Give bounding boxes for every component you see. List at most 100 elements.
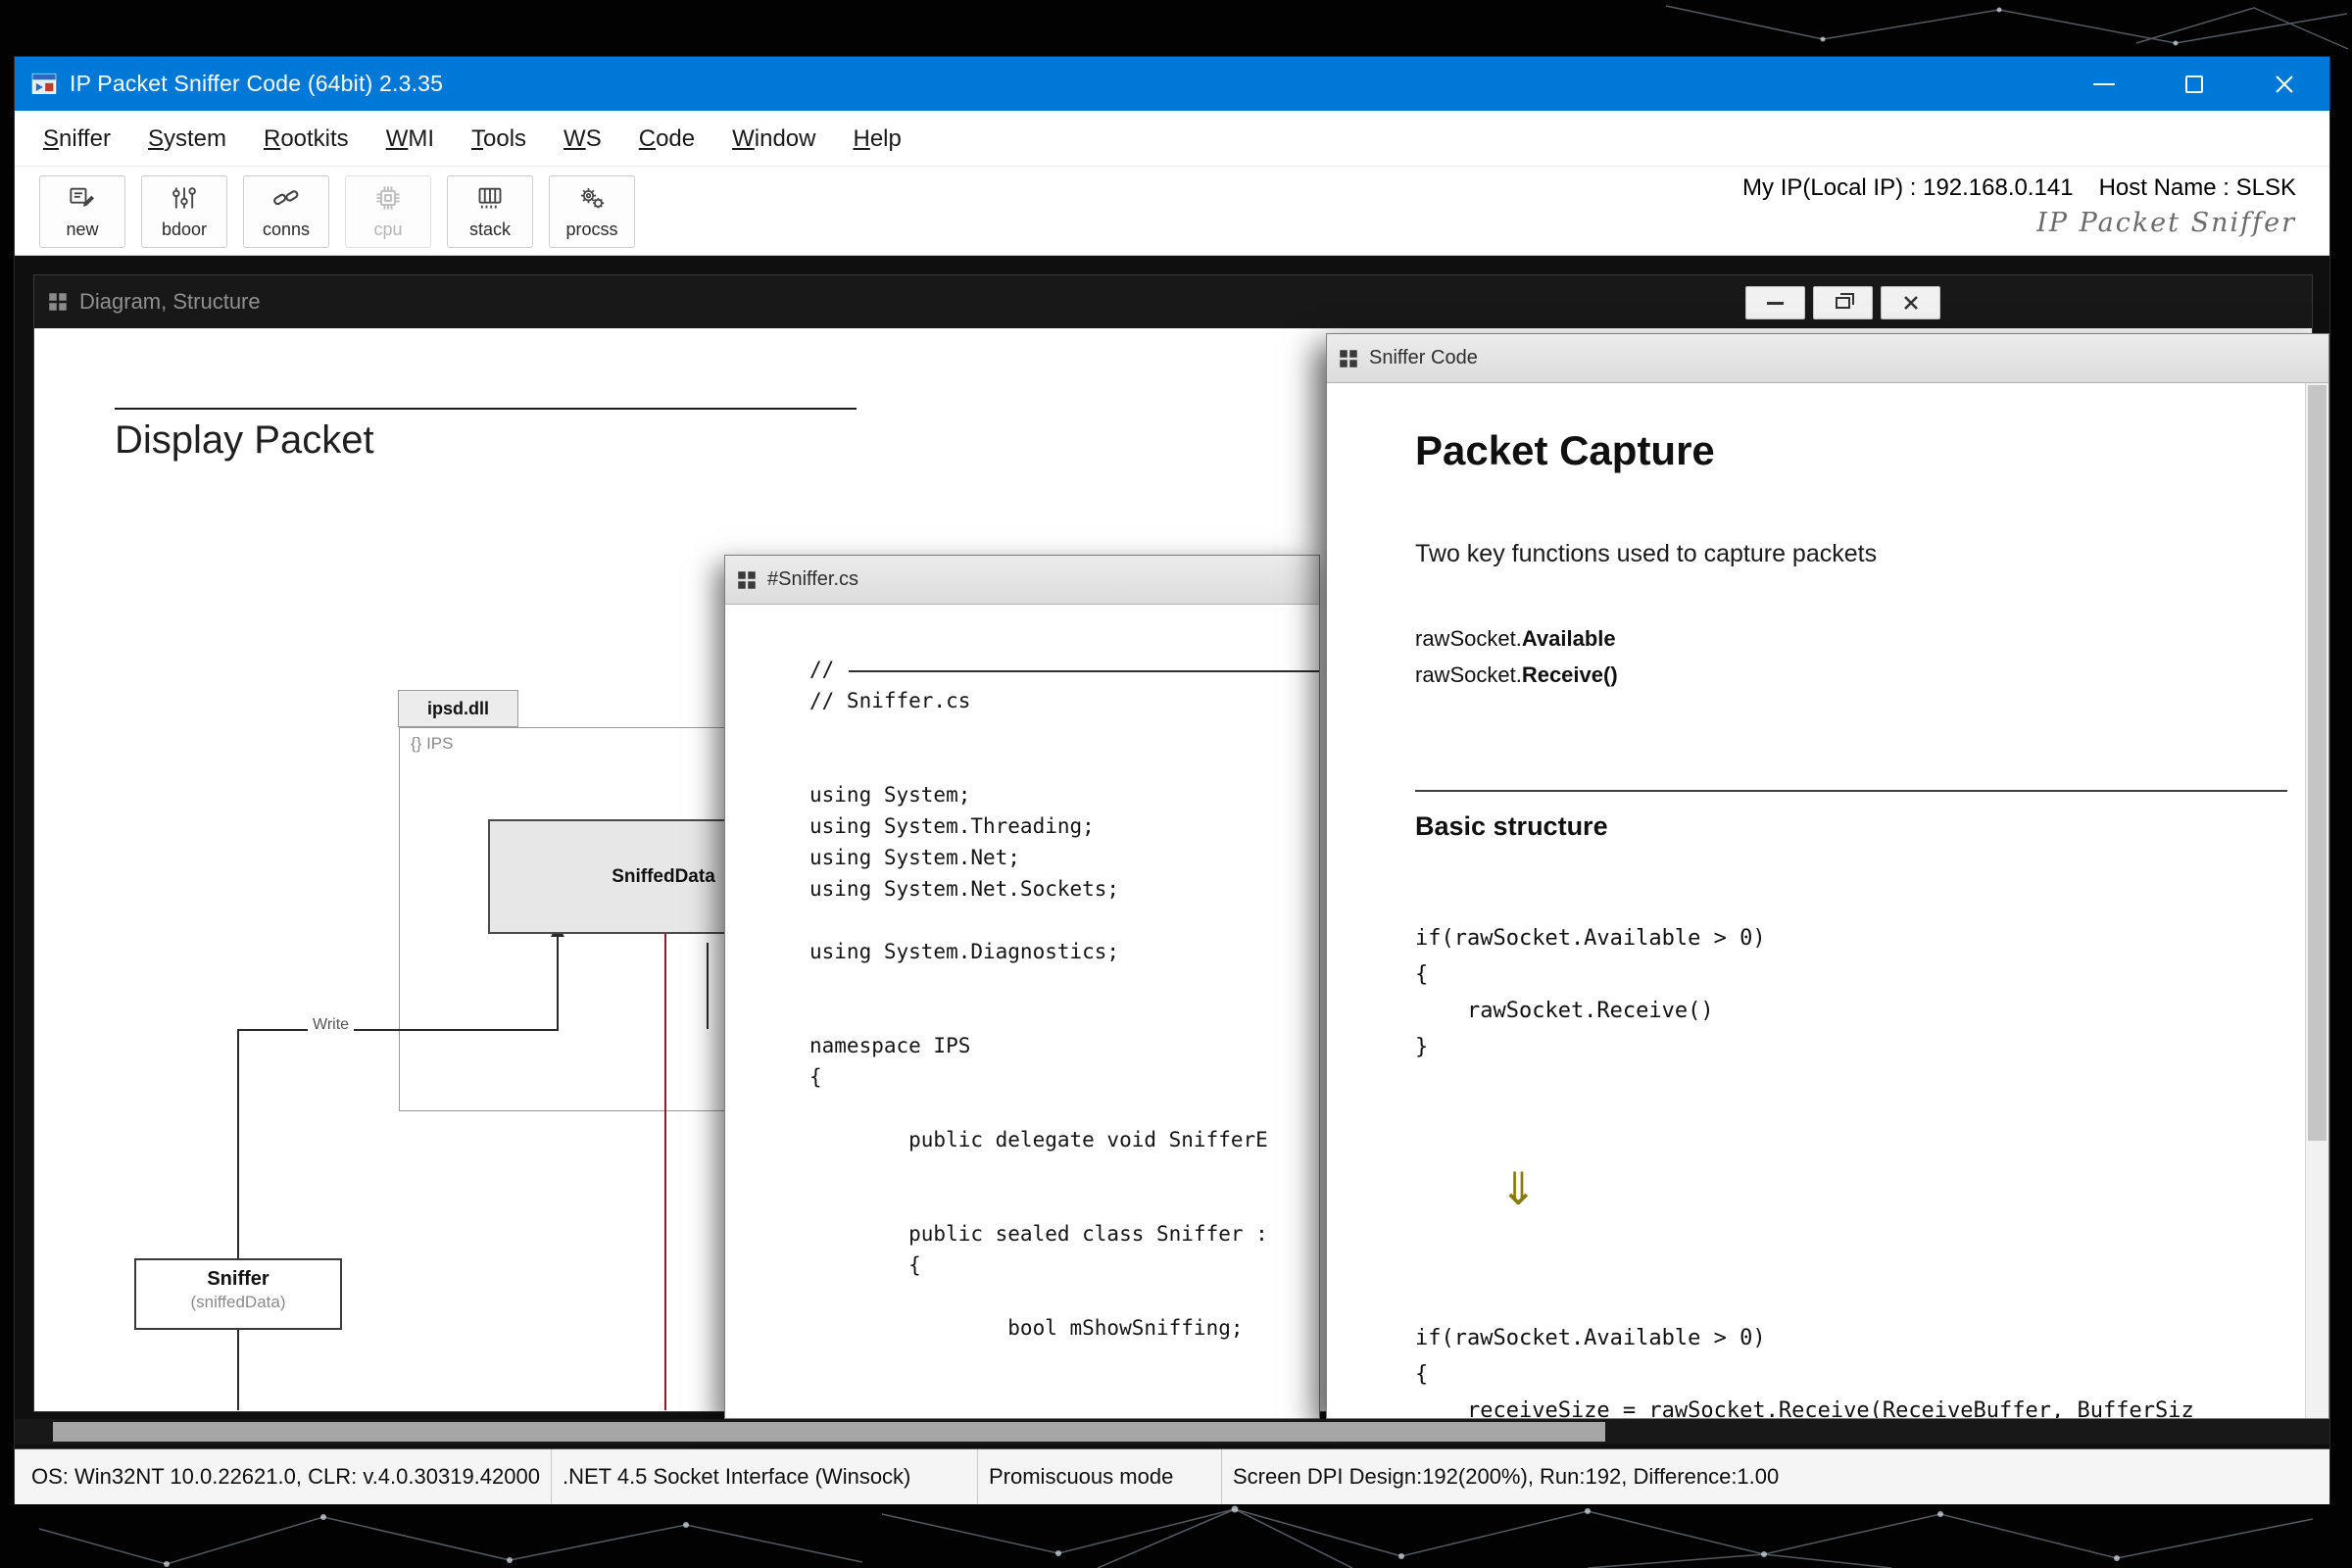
status-bar: OS: Win32NT 10.0.22621.0, CLR: v.4.0.303…: [15, 1448, 2329, 1504]
sniffer-code-window: Sniffer Code Packet Capture Two key func…: [1326, 333, 2329, 1419]
menu-rootkits[interactable]: Rootkits: [245, 111, 368, 167]
maximize-button[interactable]: [2149, 57, 2239, 111]
menu-help[interactable]: Help: [834, 111, 919, 167]
sniffer-code-titlebar[interactable]: Sniffer Code: [1327, 334, 2328, 383]
vertical-scrollbar[interactable]: [2305, 383, 2328, 1418]
menu-bar: Sniffer System Rootkits WMI Tools WS Cod…: [15, 111, 2329, 167]
window-icon: [48, 292, 68, 312]
toolbar-button-label: new: [66, 220, 98, 240]
status-promiscuous-mode: Promiscuous mode: [978, 1449, 1222, 1504]
source-code: // // Sniffer.cs using System; using Sys…: [725, 605, 1319, 1418]
toolbar-button-new[interactable]: new: [39, 175, 125, 248]
namespace-label: {} IPS: [411, 734, 453, 754]
toolbar-button-procss[interactable]: procss: [549, 175, 635, 248]
toolbar-button-label: conns: [263, 220, 310, 240]
code-snippet-expanded: if(rawSocket.Available > 0) { receiveSiz…: [1415, 1320, 2194, 1418]
code-file-title: #Sniffer.cs: [767, 568, 858, 591]
toolbar-button-label: bdoor: [162, 220, 207, 240]
api-line-available: rawSocket.Available: [1415, 626, 1616, 652]
code-file-window: #Sniffer.cs // // Sniffer.cs using Syste…: [724, 555, 1320, 1419]
host-info: My IP(Local IP) : 192.168.0.141 Host Name…: [1742, 174, 2296, 238]
process-icon: [578, 184, 606, 215]
desktop: IP Packet Sniffer Code (64bit) 2.3.35 Sn…: [0, 0, 2352, 1568]
my-ip-label: My IP(Local IP) : 192.168.0.141: [1742, 174, 2074, 201]
connections-icon: [272, 184, 300, 215]
brand-signature: IP Packet Sniffer: [1742, 208, 2296, 238]
minimize-button[interactable]: [2059, 57, 2149, 111]
toolbar-button-cpu[interactable]: cpu: [345, 175, 431, 248]
menu-wmi[interactable]: WMI: [368, 111, 453, 167]
menu-code[interactable]: Code: [620, 111, 713, 167]
toolbar-button-conns[interactable]: conns: [243, 175, 329, 248]
app-titlebar[interactable]: IP Packet Sniffer Code (64bit) 2.3.35: [15, 57, 2329, 111]
code-file-titlebar[interactable]: #Sniffer.cs: [725, 556, 1319, 605]
class-name: Sniffer: [136, 1268, 340, 1291]
package-tab-ipsd-dll[interactable]: ipsd.dll: [398, 690, 518, 727]
diagram-heading: Display Packet: [115, 418, 374, 463]
window-icon: [1339, 349, 1358, 368]
close-button[interactable]: [2239, 57, 2329, 111]
code-snippet-basic: if(rawSocket.Available > 0) { rawSocket.…: [1415, 920, 1766, 1065]
slide-heading: Packet Capture: [1415, 427, 1715, 474]
mdi-area: Diagram, Structure Display Packet ipsd.d…: [15, 256, 2329, 1448]
stack-icon: [476, 184, 504, 215]
toolbar-buttons: new bdoor: [39, 175, 635, 248]
maximize-icon: [2185, 75, 2203, 93]
down-arrow-icon: ⇓: [1499, 1162, 1538, 1215]
minimize-icon: [2093, 83, 2115, 85]
new-icon: [69, 184, 96, 215]
toolbar-button-bdoor[interactable]: bdoor: [141, 175, 227, 248]
diagram-window-titlebar[interactable]: Diagram, Structure: [34, 275, 2312, 328]
menu-tools[interactable]: Tools: [453, 111, 545, 167]
app-window: IP Packet Sniffer Code (64bit) 2.3.35 Sn…: [14, 56, 2330, 1503]
scrollbar-thumb[interactable]: [2308, 385, 2327, 1141]
menu-sniffer[interactable]: Sniffer: [24, 111, 129, 167]
section-heading: Basic structure: [1415, 811, 1608, 842]
section-divider: [1415, 790, 2287, 792]
minimize-icon: [1767, 302, 1784, 305]
association-line: [557, 936, 559, 1031]
slide-rule: [115, 408, 857, 410]
backdoor-icon: [171, 184, 198, 215]
association-line: [237, 1330, 239, 1410]
child-close-button[interactable]: [1881, 286, 1940, 319]
class-box-sniffer[interactable]: Sniffer (sniffedData): [134, 1258, 342, 1330]
sniffer-code-content: Packet Capture Two key functions used to…: [1327, 383, 2328, 1418]
association-line: [707, 943, 709, 1029]
close-icon: [1903, 295, 1919, 311]
diagram-window-title: Diagram, Structure: [79, 289, 261, 315]
association-line: [237, 1029, 239, 1258]
association-line: [237, 1029, 558, 1031]
status-socket-interface: .NET 4.5 Socket Interface (Winsock): [552, 1449, 978, 1504]
toolbar-button-label: procss: [565, 220, 617, 240]
menu-ws[interactable]: WS: [545, 111, 620, 167]
child-restore-button[interactable]: [1813, 286, 1873, 319]
lifeline-red: [664, 934, 666, 1410]
toolbar-button-label: cpu: [373, 220, 402, 240]
class-subtitle: (sniffedData): [136, 1293, 340, 1312]
toolbar-button-stack[interactable]: stack: [447, 175, 533, 248]
cpu-icon: [374, 184, 402, 215]
scrollbar-thumb[interactable]: [53, 1422, 1605, 1442]
restore-icon: [1836, 297, 1850, 309]
window-controls: [2059, 57, 2329, 111]
toolbar: new bdoor: [15, 167, 2329, 256]
edge-label-write: Write: [308, 1016, 354, 1034]
mdi-hscrollbar[interactable]: [15, 1419, 2329, 1445]
api-line-receive: rawSocket.Receive(): [1415, 662, 1618, 688]
sniffer-code-title: Sniffer Code: [1369, 347, 1478, 369]
menu-window[interactable]: Window: [713, 111, 834, 167]
diagram-window-controls: [1745, 286, 1940, 319]
app-title: IP Packet Sniffer Code (64bit) 2.3.35: [70, 71, 443, 97]
host-name-label: Host Name : SLSK: [2099, 174, 2296, 201]
menu-system[interactable]: System: [129, 111, 245, 167]
window-icon: [737, 570, 757, 590]
status-os: OS: Win32NT 10.0.22621.0, CLR: v.4.0.303…: [15, 1449, 552, 1504]
app-icon: [30, 71, 58, 98]
status-dpi: Screen DPI Design:192(200%), Run:192, Di…: [1222, 1449, 2329, 1504]
close-icon: [2274, 74, 2295, 95]
comment-rule: [849, 670, 1320, 672]
toolbar-button-label: stack: [469, 220, 511, 240]
slide-subheading: Two key functions used to capture packet…: [1415, 540, 1877, 568]
child-minimize-button[interactable]: [1745, 286, 1805, 319]
